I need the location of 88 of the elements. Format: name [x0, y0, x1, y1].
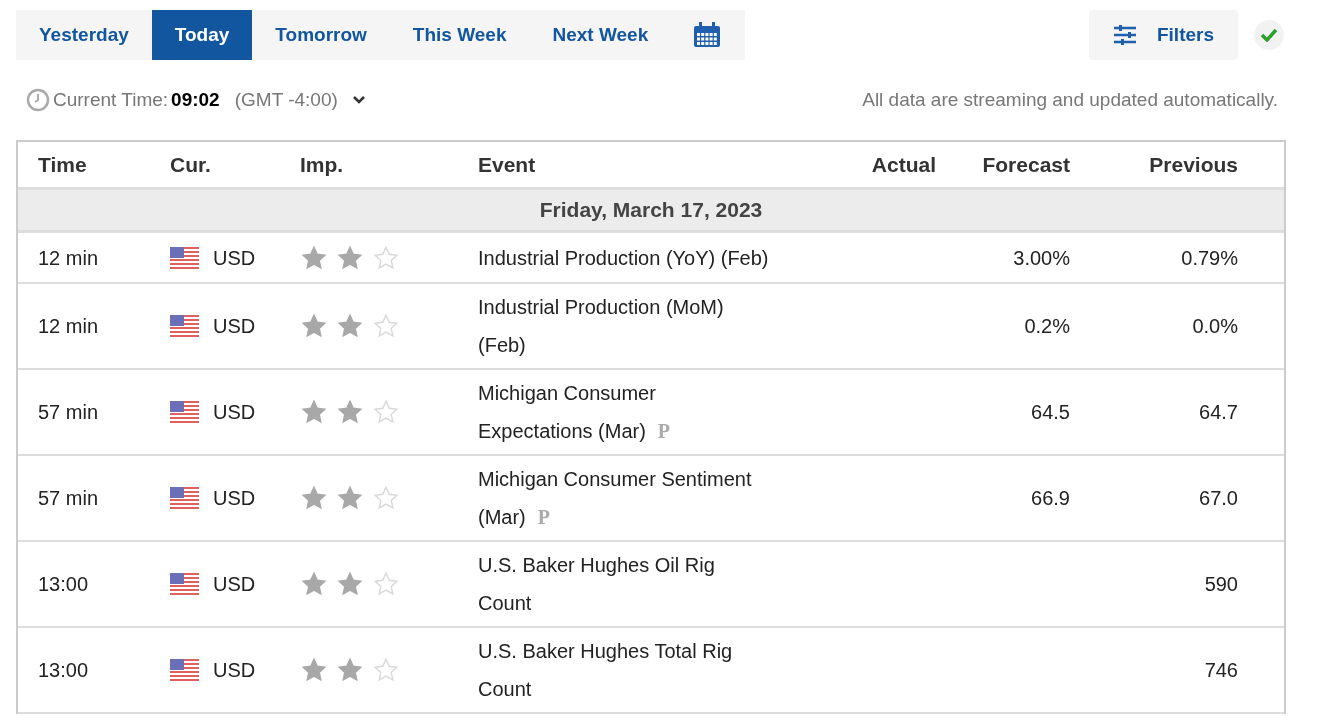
- star-icon: [300, 485, 328, 511]
- event-row[interactable]: 13:00 USD U.S. Baker Hughes Oil Rig Count 590: [18, 542, 1284, 628]
- time-cell-text: 13:00: [38, 572, 90, 597]
- chevron-down-icon[interactable]: [352, 96, 365, 104]
- date-header: Friday, March 17, 2023: [18, 190, 1284, 233]
- column-header: Imp.: [300, 152, 345, 177]
- date-tab[interactable]: Tomorrow: [252, 10, 390, 60]
- star-icon: [336, 244, 364, 271]
- column-header: Actual: [870, 152, 936, 177]
- column-header: Cur.: [170, 152, 212, 177]
- event-row[interactable]: 12 min USD Industrial Production (YoY) (Feb) 3.00% 0.79%: [18, 233, 1284, 284]
- currency-cell-text: USD: [213, 245, 256, 271]
- star-icon: [372, 313, 400, 339]
- star-icon: [336, 313, 364, 339]
- flag-icon: [170, 246, 199, 269]
- flag-icon: [170, 659, 199, 681]
- streaming-note: All data are streaming and updated automatically.: [862, 89, 1278, 111]
- star-icon: [300, 313, 328, 339]
- event-name-line[interactable]: Expectations (Mar): [478, 412, 646, 450]
- calendar-icon: [693, 22, 722, 48]
- date-tab[interactable]: Next Week: [529, 10, 672, 60]
- forecast-cell-text: 3.00%: [1012, 245, 1070, 271]
- column-header: Event: [478, 152, 537, 177]
- star-icon: [336, 657, 364, 683]
- event-name-line[interactable]: Count: [478, 584, 532, 622]
- forecast-cell-text: 0.2%: [1023, 314, 1070, 339]
- event-name-line[interactable]: Industrial Production (YoY) (Feb): [478, 238, 769, 277]
- star-icon: [372, 485, 400, 511]
- forecast-cell-text: 66.9: [1030, 486, 1070, 511]
- flag-icon: [170, 401, 199, 423]
- currency-cell-text: USD: [213, 572, 256, 597]
- event-name-line[interactable]: Industrial Production (MoM): [478, 288, 724, 326]
- current-time-label: Current Time:: [53, 89, 169, 111]
- time-cell-text: 13:00: [38, 658, 90, 683]
- date-tab[interactable]: This Week: [389, 10, 530, 60]
- event-name-line[interactable]: (Mar): [478, 498, 526, 536]
- event-name-line[interactable]: Michigan Consumer: [478, 374, 656, 412]
- event-row[interactable]: 57 min USD Michigan Consumer Sentiment (Mar) P 66.9 67.0: [18, 456, 1284, 542]
- time-cell-text: 12 min: [38, 314, 100, 339]
- flag-icon: [170, 487, 199, 509]
- event-name-line[interactable]: Michigan Consumer Sentiment: [478, 460, 752, 498]
- event-name-line[interactable]: Count: [478, 670, 532, 708]
- forecast-cell-text: 64.5: [1030, 400, 1070, 425]
- time-cell-text: 12 min: [38, 245, 100, 271]
- date-tab[interactable]: Today: [151, 10, 253, 60]
- timezone-text: (GMT -4:00): [234, 89, 338, 111]
- star-icon: [336, 485, 364, 511]
- previous-cell-text: 746: [1203, 658, 1238, 683]
- star-icon: [300, 399, 328, 425]
- currency-cell-text: USD: [213, 400, 256, 425]
- previous-cell-text: 0.79%: [1180, 245, 1238, 271]
- time-cell-text: 57 min: [38, 486, 100, 511]
- star-icon: [372, 244, 400, 271]
- previous-cell-text: 0.0%: [1191, 314, 1238, 339]
- checkmark-icon: [1260, 28, 1278, 42]
- current-time-value: 09:02: [171, 89, 220, 111]
- event-row[interactable]: 13:00 USD U.S. Baker Hughes Total Rig Count 746: [18, 628, 1284, 714]
- event-row[interactable]: 12 min USD Industrial Production (MoM) (Feb) 0.2% 0.0%: [18, 284, 1284, 370]
- currency-cell-text: USD: [213, 314, 256, 339]
- star-icon: [336, 571, 364, 597]
- date-tab[interactable]: Yesterday: [16, 10, 152, 60]
- sliders-icon: [1112, 25, 1137, 45]
- previous-cell-text: 64.7: [1198, 400, 1238, 425]
- previous-cell-text: 67.0: [1198, 486, 1238, 511]
- event-name-line[interactable]: U.S. Baker Hughes Oil Rig: [478, 546, 715, 584]
- event-name-line[interactable]: (Feb): [478, 326, 526, 364]
- previous-cell-text: 590: [1203, 572, 1238, 597]
- time-cell-text: 57 min: [38, 400, 100, 425]
- preliminary-label: P: [657, 419, 671, 443]
- filters-button[interactable]: Filters: [1088, 10, 1238, 60]
- star-icon: [300, 571, 328, 597]
- flag-icon: [170, 573, 199, 595]
- event-row[interactable]: 57 min USD Michigan Consumer Expectations (Mar) P 64.5 64.7: [18, 370, 1284, 456]
- preliminary-label: P: [537, 505, 550, 529]
- star-icon: [372, 657, 400, 683]
- star-icon: [300, 657, 328, 683]
- currency-cell-text: USD: [213, 486, 256, 511]
- star-icon: [372, 571, 400, 597]
- column-header: Previous: [1148, 152, 1238, 177]
- currency-cell-text: USD: [213, 658, 256, 683]
- event-name-line[interactable]: U.S. Baker Hughes Total Rig: [478, 632, 733, 670]
- star-icon: [300, 244, 328, 271]
- star-icon: [372, 399, 400, 425]
- star-icon: [336, 399, 364, 425]
- flag-icon: [170, 315, 199, 337]
- column-header: Forecast: [981, 152, 1070, 177]
- clock-icon: [26, 88, 50, 112]
- column-header: Time: [38, 152, 88, 177]
